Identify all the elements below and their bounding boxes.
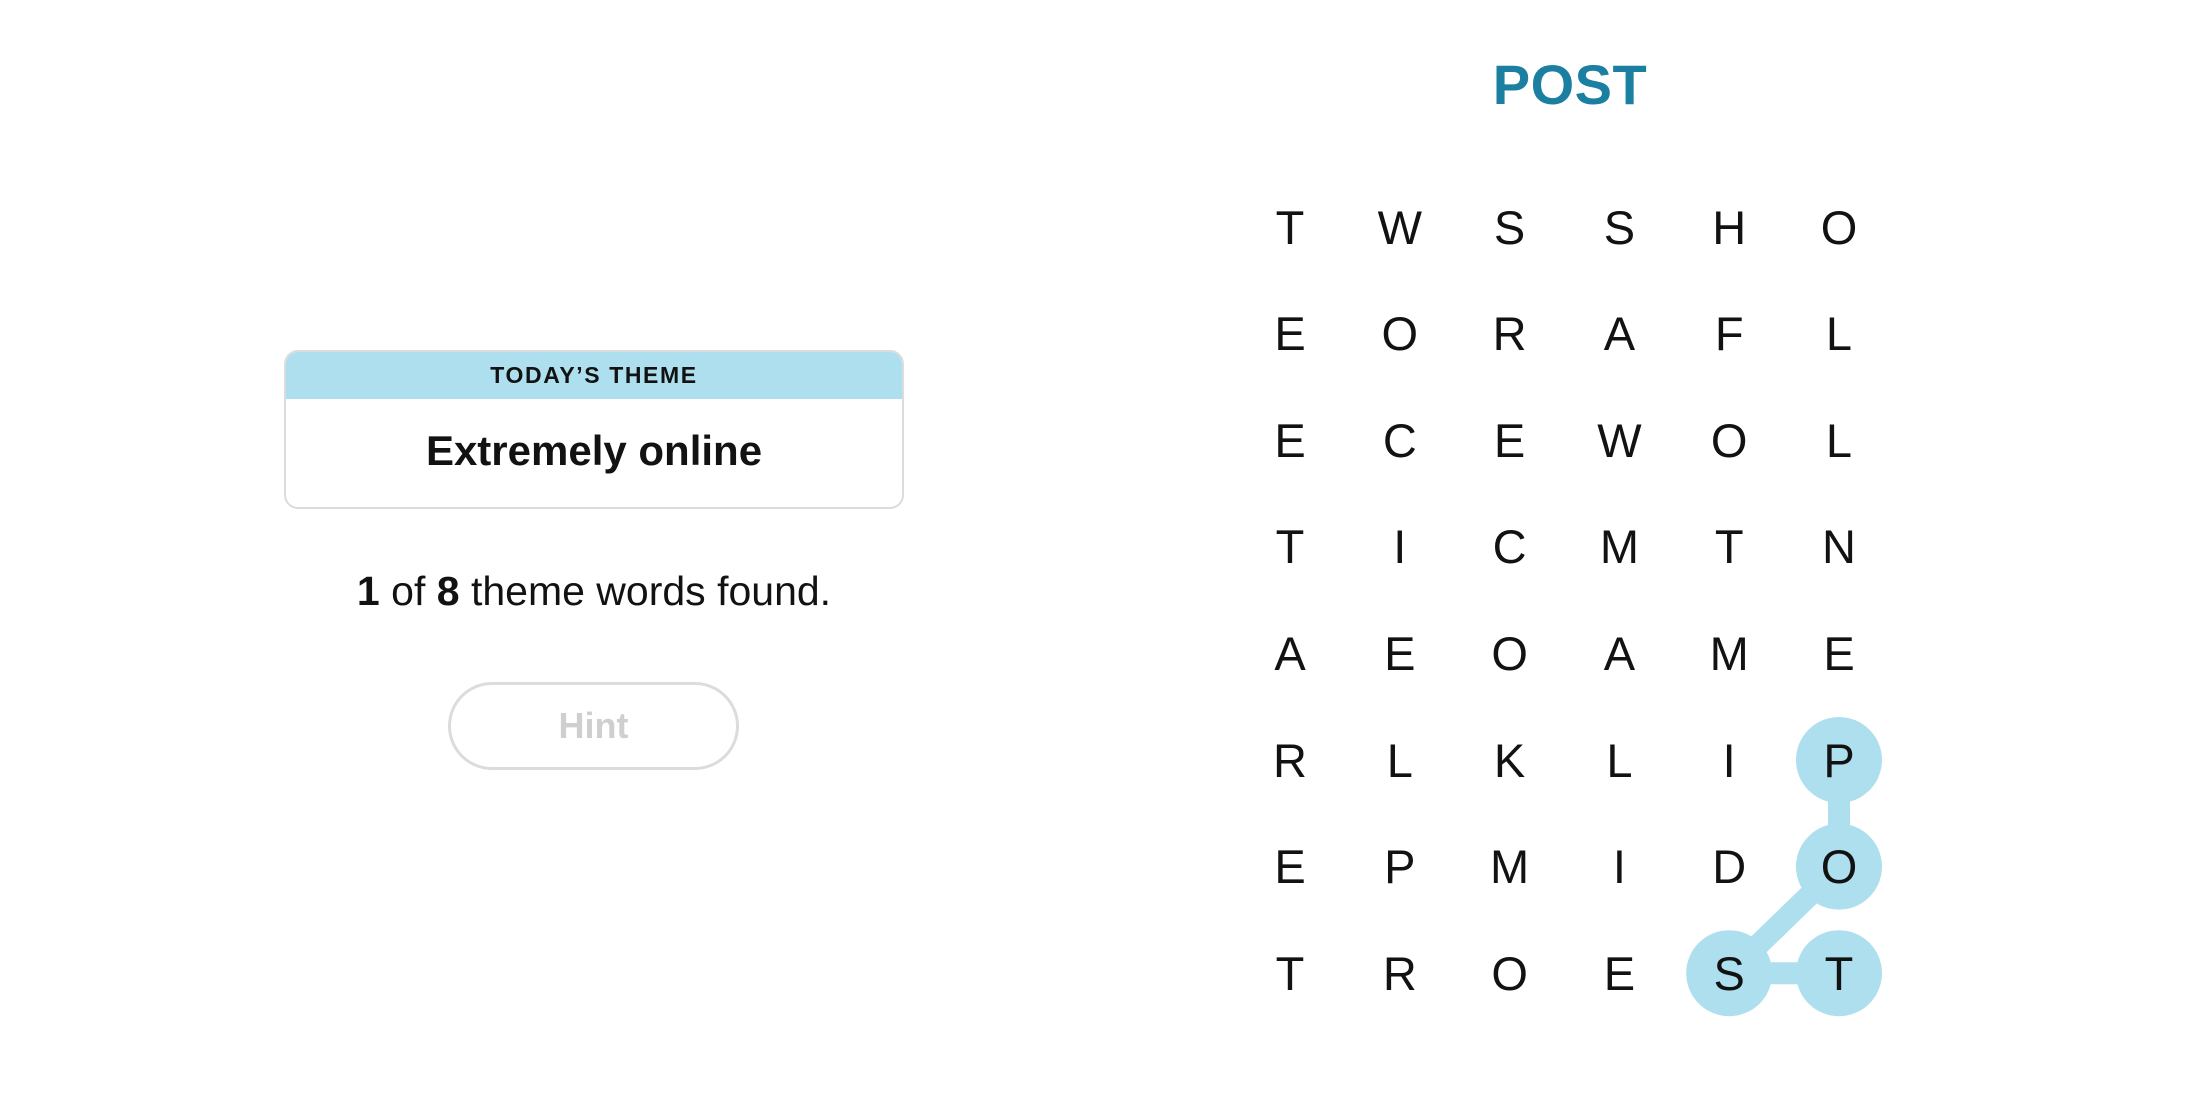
letter-cell[interactable]: L [1574, 715, 1664, 805]
letter-cell[interactable]: I [1355, 502, 1445, 592]
letter-cell[interactable]: E [1245, 822, 1335, 912]
current-word: POST [1492, 53, 1648, 116]
progress-suffix: theme words found. [470, 568, 832, 614]
letter-cell[interactable]: A [1245, 608, 1335, 698]
letter-cell[interactable]: P [1794, 715, 1884, 805]
progress-of-label: of [391, 568, 426, 614]
letter-cell[interactable]: A [1574, 289, 1664, 379]
letter-cell[interactable]: L [1355, 715, 1445, 805]
letter-cell[interactable]: O [1465, 928, 1555, 1018]
theme-card: TODAY’S THEME Extremely online [284, 350, 904, 509]
letter-cell[interactable]: P [1355, 822, 1445, 912]
letter-cell[interactable]: T [1245, 928, 1335, 1018]
letter-cell[interactable]: T [1245, 502, 1335, 592]
progress-text: 1 of 8 theme words found. [284, 568, 904, 615]
letter-cell[interactable]: E [1465, 395, 1555, 485]
letter-cell[interactable]: O [1684, 395, 1774, 485]
letter-cell[interactable]: E [1574, 928, 1664, 1018]
hint-button[interactable]: Hint [448, 682, 739, 770]
letter-cell[interactable]: L [1794, 289, 1884, 379]
letter-cell[interactable]: W [1574, 395, 1664, 485]
letter-cell[interactable]: E [1355, 608, 1445, 698]
letter-cell[interactable]: A [1574, 608, 1664, 698]
letter-cell[interactable]: M [1574, 502, 1664, 592]
letter-cell[interactable]: H [1684, 182, 1774, 272]
letter-cell[interactable]: T [1684, 502, 1774, 592]
letter-cell[interactable]: S [1684, 928, 1774, 1018]
letter-cell[interactable]: S [1465, 182, 1555, 272]
letter-cell[interactable]: O [1794, 822, 1884, 912]
letter-cell[interactable]: I [1684, 715, 1774, 805]
letter-cell[interactable]: R [1355, 928, 1445, 1018]
letter-cell[interactable]: M [1684, 608, 1774, 698]
letter-cell[interactable]: E [1794, 608, 1884, 698]
letter-cell[interactable]: O [1465, 608, 1555, 698]
letter-cell[interactable]: K [1465, 715, 1555, 805]
letter-cell[interactable]: F [1684, 289, 1774, 379]
letter-cell[interactable]: T [1794, 928, 1884, 1018]
letter-cell[interactable]: C [1465, 502, 1555, 592]
letter-cell[interactable]: M [1465, 822, 1555, 912]
letter-cell[interactable]: R [1465, 289, 1555, 379]
letter-cell[interactable]: S [1574, 182, 1664, 272]
found-count: 1 [356, 568, 380, 614]
letter-cell[interactable]: L [1794, 395, 1884, 485]
letter-cell[interactable]: T [1245, 182, 1335, 272]
letter-cell[interactable]: E [1245, 289, 1335, 379]
letter-cell[interactable]: O [1794, 182, 1884, 272]
letter-cell[interactable]: I [1574, 822, 1664, 912]
letter-cell[interactable]: W [1355, 182, 1445, 272]
letter-board: TWSSHOEORAFLECEWOLTICMTNAEOAMERLKLIPEPMI… [0, 0, 2200, 1100]
total-count: 8 [436, 568, 460, 614]
letter-cell[interactable]: R [1245, 715, 1335, 805]
letter-cell[interactable]: E [1245, 395, 1335, 485]
letter-cell[interactable]: N [1794, 502, 1884, 592]
letter-cell[interactable]: D [1684, 822, 1774, 912]
letter-cell[interactable]: C [1355, 395, 1445, 485]
theme-card-header: TODAY’S THEME [286, 352, 902, 399]
letter-cell[interactable]: O [1355, 289, 1445, 379]
theme-title: Extremely online [425, 427, 763, 474]
